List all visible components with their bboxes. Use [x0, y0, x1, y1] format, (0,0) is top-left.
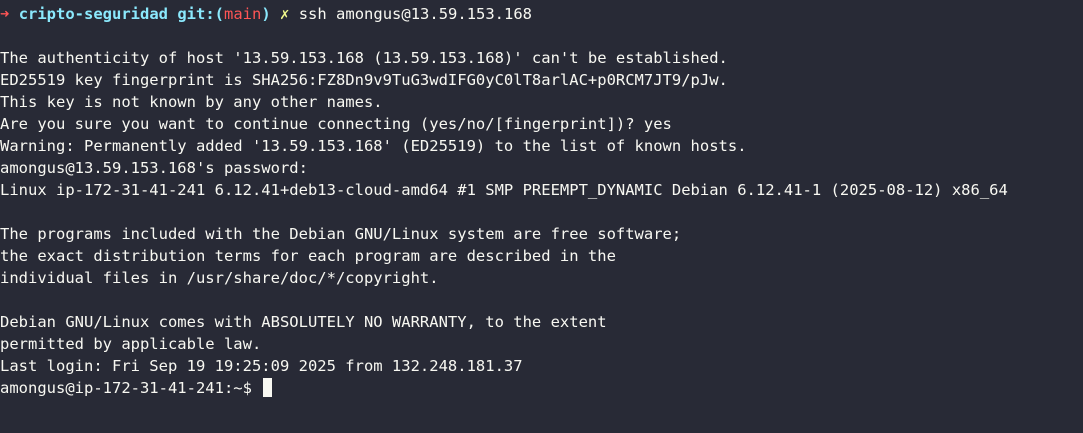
git-dirty-icon: ✗ — [280, 5, 290, 23]
output-line: This key is not known by any other names… — [0, 93, 383, 111]
output-line: permitted by applicable law. — [0, 335, 262, 353]
output-line: amongus@13.59.153.168's password: — [0, 159, 308, 177]
output-line: ED25519 key fingerprint is SHA256:FZ8Dn9… — [0, 71, 728, 89]
output-line: Last login: Fri Sep 19 19:25:09 2025 fro… — [0, 357, 523, 375]
output-line: The programs included with the Debian GN… — [0, 225, 682, 243]
terminal-cursor[interactable] — [263, 378, 273, 397]
prompt-directory: cripto-seguridad — [18, 5, 168, 23]
prompt-git-label: git: — [177, 5, 215, 23]
output-line: Linux ip-172-31-41-241 6.12.41+deb13-clo… — [0, 181, 1008, 199]
terminal-window[interactable]: ➜ cripto-seguridad git:(main) ✗ ssh amon… — [0, 0, 1083, 433]
local-prompt-line: ➜ cripto-seguridad git:(main) ✗ ssh amon… — [0, 3, 1083, 25]
output-line: Debian GNU/Linux comes with ABSOLUTELY N… — [0, 313, 607, 331]
output-line: The authenticity of host '13.59.153.168 … — [0, 49, 728, 67]
prompt-arrow-icon: ➜ — [0, 5, 10, 23]
output-line: Are you sure you want to continue connec… — [0, 115, 672, 133]
output-line: Warning: Permanently added '13.59.153.16… — [0, 137, 747, 155]
prompt-command: ssh amongus@13.59.153.168 — [298, 5, 533, 23]
remote-prompt-line[interactable]: amongus@ip-172-31-41-241:~$ — [0, 377, 1083, 399]
prompt-close-paren: ) — [261, 5, 271, 23]
prompt-open-paren: ( — [214, 5, 225, 23]
prompt-git-branch: main — [224, 5, 262, 23]
output-line: individual files in /usr/share/doc/*/cop… — [0, 269, 439, 287]
output-line: the exact distribution terms for each pr… — [0, 247, 616, 265]
remote-prompt: amongus@ip-172-31-41-241:~$ — [0, 379, 262, 397]
